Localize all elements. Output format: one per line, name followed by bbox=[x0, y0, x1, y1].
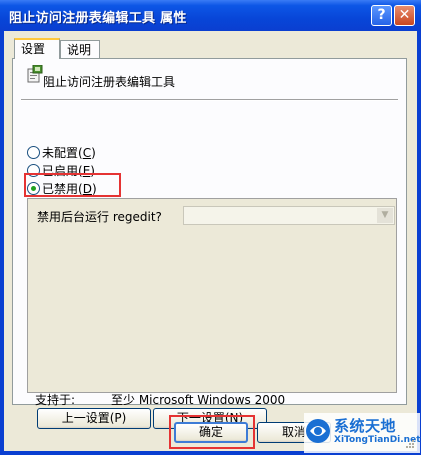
policy-setting-icon bbox=[27, 65, 43, 83]
settings-panel: 阻止访问注册表编辑工具 未配置(C) 已启用(E) 已禁用(D) 禁用后台运行 … bbox=[12, 58, 407, 429]
radio-accel: (C) bbox=[78, 146, 96, 160]
chevron-down-icon[interactable]: ▼ bbox=[377, 208, 393, 223]
properties-window: 阻止访问注册表编辑工具 属性 ? ✕ 设置 说明 阻止访问注册表编辑工具 未配置… bbox=[0, 0, 421, 455]
ok-button-highlight bbox=[169, 415, 255, 449]
window-title: 阻止访问注册表编辑工具 属性 bbox=[9, 11, 187, 26]
watermark-title: 系统天地 bbox=[334, 417, 397, 435]
dialog-client-area: 设置 说明 阻止访问注册表编辑工具 未配置(C) 已启用(E) 已禁用(D) 禁… bbox=[4, 31, 421, 453]
site-watermark: 系统天地 XiTongTianDi.net bbox=[304, 413, 421, 453]
resize-grip-icon[interactable] bbox=[405, 439, 415, 449]
radio-circle[interactable] bbox=[27, 146, 40, 159]
title-bar[interactable]: 阻止访问注册表编辑工具 属性 ? ✕ bbox=[0, 0, 421, 31]
watermark-logo-icon bbox=[306, 419, 330, 443]
supported-on-value: 至少 Microsoft Windows 2000 bbox=[111, 393, 286, 407]
regedit-option-select[interactable]: ▼ bbox=[183, 206, 395, 225]
supported-on-label: 支持于: bbox=[35, 393, 76, 407]
previous-setting-button[interactable]: 上一设置(P) bbox=[37, 408, 151, 429]
tab-settings[interactable]: 设置 bbox=[14, 38, 60, 59]
radio-not-configured[interactable]: 未配置(C) bbox=[27, 145, 96, 161]
help-button[interactable]: ? bbox=[371, 5, 392, 26]
radio-label: 未配置 bbox=[42, 146, 79, 160]
disabled-radio-highlight bbox=[24, 173, 121, 197]
close-button[interactable]: ✕ bbox=[394, 5, 415, 26]
regedit-option-label: 禁用后台运行 regedit? bbox=[37, 210, 162, 224]
options-box: 禁用后台运行 regedit? ▼ bbox=[27, 198, 397, 393]
separator bbox=[21, 99, 398, 101]
policy-title: 阻止访问注册表编辑工具 bbox=[43, 75, 176, 89]
tab-description[interactable]: 说明 bbox=[60, 40, 100, 58]
